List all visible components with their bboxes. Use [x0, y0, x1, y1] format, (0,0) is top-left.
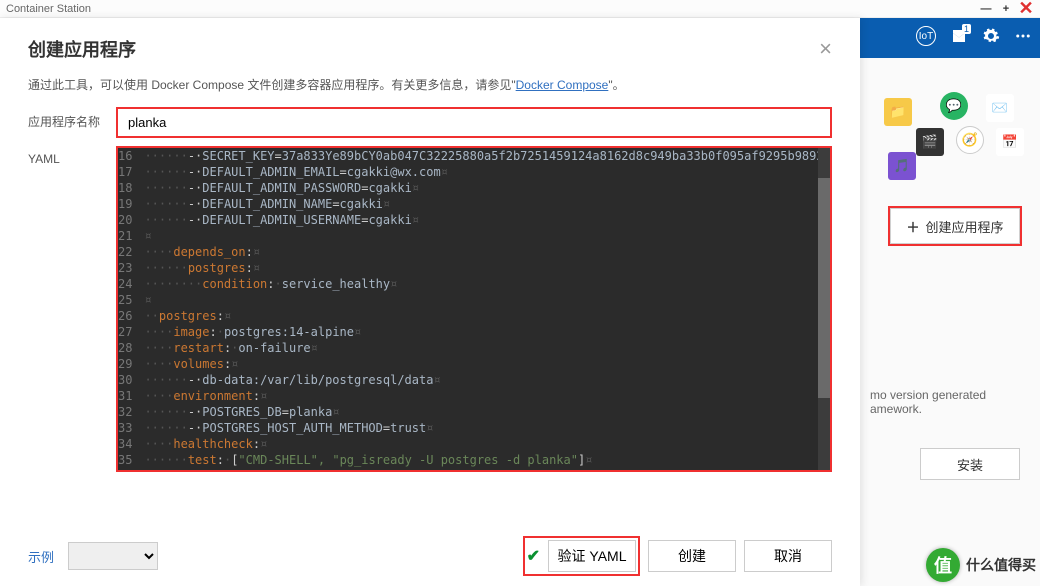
editor-line[interactable]: 23······postgres:¤ [118, 260, 830, 276]
editor-line[interactable]: 22····depends_on:¤ [118, 244, 830, 260]
iot-icon[interactable]: IoT [916, 26, 936, 46]
editor-line[interactable]: 31····environment:¤ [118, 388, 830, 404]
editor-line[interactable]: 25¤ [118, 292, 830, 308]
editor-line[interactable]: 16······-·SECRET_KEY=37a833Ye89bCY0ab047… [118, 148, 830, 164]
editor-line[interactable]: 30······-·db-data:/var/lib/postgresql/da… [118, 372, 830, 388]
validate-yaml-button[interactable]: 验证 YAML [548, 540, 636, 572]
example-link[interactable]: 示例 [28, 547, 54, 566]
check-icon: ✔ [527, 546, 540, 566]
modal-title: 创建应用程序 [28, 36, 819, 62]
watermark: 值 什么值得买 [926, 548, 1036, 582]
editor-line[interactable]: 19······-·DEFAULT_ADMIN_NAME=cgakki¤ [118, 196, 830, 212]
watermark-text: 什么值得买 [966, 555, 1036, 575]
window-title: Container Station [6, 3, 91, 15]
plus-icon: ＋ [906, 217, 919, 236]
yaml-label: YAML [28, 146, 116, 522]
create-app-button-bg[interactable]: ＋ 创建应用程序 [890, 208, 1020, 244]
example-select[interactable] [68, 542, 158, 570]
close-icon[interactable]: ✕ [1018, 1, 1034, 17]
demo-version-text: mo version generated amework. [870, 388, 1020, 416]
editor-line[interactable]: 32······-·POSTGRES_DB=planka¤ [118, 404, 830, 420]
safari-icon[interactable]: 🧭 [956, 126, 984, 154]
editor-line[interactable]: 24········condition:·service_healthy¤ [118, 276, 830, 292]
validate-group: ✔ 验证 YAML [523, 536, 640, 576]
calendar-icon[interactable]: 📅 [996, 128, 1024, 156]
app-grid: 📁 💬 ✉️ 🎬 🧭 📅 🎵 [878, 98, 1028, 178]
editor-line[interactable]: 27····image:·postgres:14-alpine¤ [118, 324, 830, 340]
editor-line[interactable]: 26··postgres:¤ [118, 308, 830, 324]
modal-footer: 示例 ✔ 验证 YAML 创建 取消 [0, 526, 860, 586]
window-titlebar: Container Station — + ✕ [0, 0, 1040, 18]
modal-description: 通过此工具，可以使用 Docker Compose 文件创建多容器应用程序。有关… [28, 76, 832, 93]
editor-line[interactable]: 33······-·POSTGRES_HOST_AUTH_METHOD=trus… [118, 420, 830, 436]
create-app-label: 创建应用程序 [926, 217, 1004, 236]
minimize-icon[interactable]: — [978, 1, 994, 17]
folder-icon[interactable]: 📁 [884, 98, 912, 126]
install-button[interactable]: 安装 [920, 448, 1020, 480]
chat-icon[interactable]: 💬 [940, 92, 968, 120]
editor-scrollbar-thumb[interactable] [818, 178, 830, 398]
yaml-editor[interactable]: 16······-·SECRET_KEY=37a833Ye89bCY0ab047… [118, 148, 830, 470]
app-name-label: 应用程序名称 [28, 107, 116, 130]
editor-line[interactable]: 17······-·DEFAULT_ADMIN_EMAIL=cgakki@wx.… [118, 164, 830, 180]
maximize-icon[interactable]: + [998, 1, 1014, 17]
app-name-input[interactable] [116, 107, 832, 138]
create-app-modal: 创建应用程序 × 通过此工具，可以使用 Docker Compose 文件创建多… [0, 18, 860, 586]
editor-line[interactable]: 35······test:·["CMD-SHELL", "pg_isready … [118, 452, 830, 468]
cancel-button[interactable]: 取消 [744, 540, 832, 572]
video-icon[interactable]: 🎬 [916, 128, 944, 156]
editor-line[interactable]: 28····restart:·on-failure¤ [118, 340, 830, 356]
editor-line[interactable]: 29····volumes:¤ [118, 356, 830, 372]
gmail-icon[interactable]: ✉️ [986, 94, 1014, 122]
create-button[interactable]: 创建 [648, 540, 736, 572]
inbox-icon[interactable]: 1 [950, 27, 968, 45]
docker-compose-link[interactable]: Docker Compose [516, 78, 609, 92]
editor-line[interactable]: 18······-·DEFAULT_ADMIN_PASSWORD=cgakki¤ [118, 180, 830, 196]
inbox-badge: 1 [962, 24, 971, 34]
modal-close-icon[interactable]: × [819, 36, 832, 62]
menu-icon[interactable] [1014, 27, 1032, 45]
music-icon[interactable]: 🎵 [888, 152, 916, 180]
editor-line[interactable]: 21¤ [118, 228, 830, 244]
editor-line[interactable]: 36······interval:·10s¤ [118, 468, 830, 470]
editor-line[interactable]: 34····healthcheck:¤ [118, 436, 830, 452]
watermark-icon: 值 [926, 548, 960, 582]
gear-icon[interactable] [982, 27, 1000, 45]
editor-line[interactable]: 20······-·DEFAULT_ADMIN_USERNAME=cgakki¤ [118, 212, 830, 228]
